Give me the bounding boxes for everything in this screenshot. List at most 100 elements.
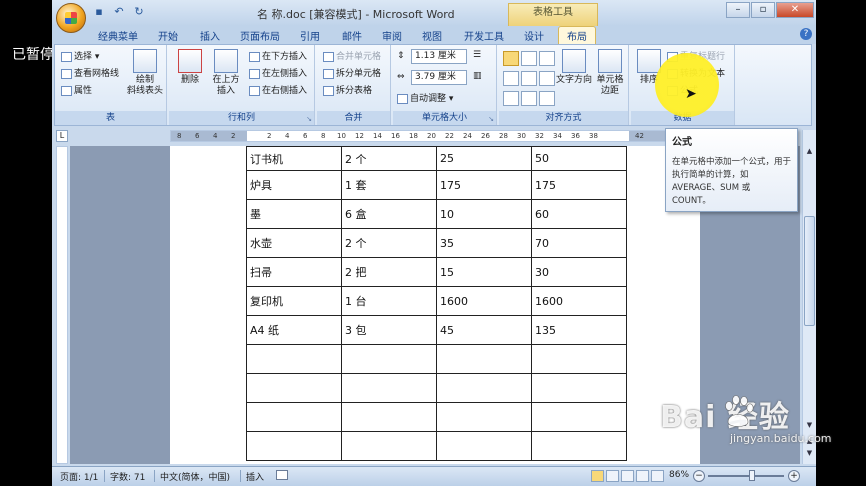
table-cell[interactable] xyxy=(531,402,627,432)
table-cell[interactable]: 6 盒 xyxy=(341,199,437,229)
zoom-in-button[interactable]: + xyxy=(788,470,800,482)
page-count[interactable]: 页面: 1/1 xyxy=(60,470,98,483)
table-cell[interactable]: 15 xyxy=(436,257,532,287)
document-page[interactable]: 订书机 2 个 25 50 炉具 1 套 175 175 墨 6 盒 10 60 水壶 2 个 35 70 扫帚… xyxy=(170,146,700,464)
table-cell[interactable] xyxy=(341,402,437,432)
zoom-slider-knob[interactable] xyxy=(749,470,755,481)
table-cell[interactable] xyxy=(341,431,437,461)
column-width-spinner[interactable]: 3.79 厘米 xyxy=(411,70,467,85)
autofit-button[interactable]: 自动调整 ▾ xyxy=(397,91,453,104)
table-cell[interactable]: 扫帚 xyxy=(246,257,342,287)
full-screen-view-button[interactable] xyxy=(606,470,619,482)
tab-home[interactable]: 开始 xyxy=(158,28,178,43)
table-cell[interactable] xyxy=(246,431,342,461)
table-cell[interactable]: 1600 xyxy=(531,286,627,316)
tab-review[interactable]: 审阅 xyxy=(382,28,402,43)
tab-insert[interactable]: 插入 xyxy=(200,28,220,43)
next-page-icon[interactable]: ▼ xyxy=(804,448,815,459)
table-cell[interactable] xyxy=(246,402,342,432)
align-top-center-button[interactable] xyxy=(521,51,537,66)
tab-layout[interactable]: 布局 xyxy=(558,26,596,44)
tab-page-layout[interactable]: 页面布局 xyxy=(240,28,280,43)
table-cell[interactable]: 30 xyxy=(531,257,627,287)
view-gridlines-button[interactable]: 查看网格线 xyxy=(61,66,119,79)
minimize-button[interactable]: – xyxy=(726,2,750,18)
draft-view-button[interactable] xyxy=(651,470,664,482)
dialog-launcher-icon[interactable]: ↘ xyxy=(488,115,494,123)
table-cell[interactable]: 175 xyxy=(436,170,532,200)
align-bottom-right-button[interactable] xyxy=(539,91,555,106)
delete-button[interactable]: 删除 xyxy=(175,49,205,86)
table-cell[interactable] xyxy=(436,344,532,374)
align-middle-center-button[interactable] xyxy=(521,71,537,86)
table-cell[interactable] xyxy=(531,373,627,403)
distribute-rows-icon[interactable]: ☰ xyxy=(473,50,481,60)
table-cell[interactable]: 135 xyxy=(531,315,627,345)
zoom-out-button[interactable]: − xyxy=(693,470,705,482)
table-cell[interactable]: 1 套 xyxy=(341,170,437,200)
zoom-slider[interactable] xyxy=(708,470,784,481)
zoom-level[interactable]: 86% xyxy=(669,470,689,480)
text-direction-button[interactable]: 文字方向 xyxy=(555,49,593,86)
undo-icon[interactable]: ↶ xyxy=(112,5,126,19)
table-cell[interactable]: A4 纸 xyxy=(246,315,342,345)
table-cell[interactable]: 墨 xyxy=(246,199,342,229)
row-height-spinner[interactable]: 1.13 厘米 xyxy=(411,49,467,64)
language-indicator[interactable]: 中文(简体，中国) xyxy=(160,470,230,483)
insert-mode[interactable]: 插入 xyxy=(246,470,264,483)
table-cell[interactable] xyxy=(531,431,627,461)
table-cell[interactable] xyxy=(246,373,342,403)
macro-record-icon[interactable] xyxy=(276,470,288,480)
save-icon[interactable]: ▪ xyxy=(92,5,106,19)
table-cell[interactable] xyxy=(246,344,342,374)
table-cell[interactable]: 炉具 xyxy=(246,170,342,200)
distribute-columns-icon[interactable]: ▥ xyxy=(473,71,482,81)
align-top-right-button[interactable] xyxy=(539,51,555,66)
table-cell[interactable]: 水壶 xyxy=(246,228,342,258)
align-middle-right-button[interactable] xyxy=(539,71,555,86)
table-cell[interactable]: 35 xyxy=(436,228,532,258)
insert-left-button[interactable]: 在左侧插入 xyxy=(249,66,307,79)
table-cell[interactable] xyxy=(531,344,627,374)
close-button[interactable]: ✕ xyxy=(776,2,814,18)
table-cell[interactable]: 1600 xyxy=(436,286,532,316)
table-cell[interactable] xyxy=(436,431,532,461)
table-cell[interactable]: 订书机 xyxy=(246,146,342,171)
tab-selector-icon[interactable]: L xyxy=(56,130,68,142)
table-cell[interactable]: 70 xyxy=(531,228,627,258)
table-cell[interactable]: 1 台 xyxy=(341,286,437,316)
tab-view[interactable]: 视图 xyxy=(422,28,442,43)
vertical-ruler[interactable] xyxy=(56,146,68,464)
tab-references[interactable]: 引用 xyxy=(300,28,320,43)
select-button[interactable]: 选择 ▾ xyxy=(61,49,99,62)
cell-margins-button[interactable]: 单元格 边距 xyxy=(593,49,627,97)
outline-view-button[interactable] xyxy=(636,470,649,482)
table-cell[interactable]: 175 xyxy=(531,170,627,200)
table-cell[interactable] xyxy=(341,373,437,403)
table-cell[interactable] xyxy=(436,402,532,432)
scroll-thumb[interactable] xyxy=(804,216,815,326)
tab-mailings[interactable]: 邮件 xyxy=(342,28,362,43)
print-layout-view-button[interactable] xyxy=(591,470,604,482)
ruler-bar[interactable]: 8 6 4 2 2 4 6 8 10 12 14 16 18 20 22 24 … xyxy=(170,130,700,142)
table-cell[interactable]: 3 包 xyxy=(341,315,437,345)
table-cell[interactable] xyxy=(436,373,532,403)
table-cell[interactable]: 2 个 xyxy=(341,228,437,258)
align-top-left-button[interactable] xyxy=(503,51,519,66)
table-cell[interactable]: 10 xyxy=(436,199,532,229)
restore-button[interactable]: ▫ xyxy=(751,2,775,18)
tab-developer[interactable]: 开发工具 xyxy=(464,28,504,43)
document-table[interactable]: 订书机 2 个 25 50 炉具 1 套 175 175 墨 6 盒 10 60 水壶 2 个 35 70 扫帚… xyxy=(246,146,627,461)
merge-cells-button[interactable]: 合并单元格 xyxy=(323,49,381,62)
table-cell[interactable]: 25 xyxy=(436,146,532,171)
office-button[interactable] xyxy=(56,3,86,33)
split-table-button[interactable]: 拆分表格 xyxy=(323,83,372,96)
table-cell[interactable]: 2 个 xyxy=(341,146,437,171)
word-count[interactable]: 字数: 71 xyxy=(110,470,145,483)
align-bottom-left-button[interactable] xyxy=(503,91,519,106)
table-cell[interactable]: 45 xyxy=(436,315,532,345)
table-cell[interactable]: 复印机 xyxy=(246,286,342,316)
help-icon[interactable]: ? xyxy=(800,28,812,40)
dialog-launcher-icon[interactable]: ↘ xyxy=(306,115,312,123)
table-cell[interactable]: 50 xyxy=(531,146,627,171)
